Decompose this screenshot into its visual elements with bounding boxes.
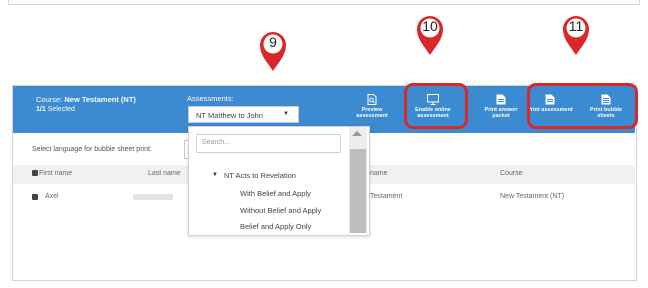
scroll-up-arrow-icon[interactable] — [352, 131, 362, 136]
assessments-selected-value: NT Matthew to John — [196, 111, 263, 120]
assessments-label: Assessments: — [187, 94, 234, 103]
dropdown-item-without-belief-and-apply[interactable]: Without Belief and Apply — [240, 206, 321, 215]
preview-icon — [367, 94, 377, 105]
callout-9-number: 9 — [269, 34, 277, 50]
course-name: New Testament (NT) — [64, 95, 136, 104]
callout-9-marker: 9 — [256, 28, 290, 72]
dropdown-item-belief-and-apply-only[interactable]: Belief and Apply Only — [240, 222, 311, 231]
row-checkbox[interactable] — [32, 194, 38, 200]
caret-down-icon: ▼ — [283, 111, 289, 117]
callout-10-marker: 10 — [413, 12, 447, 56]
print-answer-packet-label: Print answer packet — [484, 107, 518, 119]
selection-count: 1/1 Selected — [36, 106, 75, 113]
language-select-label: Select language for bubble sheet print: — [32, 146, 152, 153]
callout-10-number: 10 — [422, 18, 438, 34]
dropdown-item-with-belief-and-apply[interactable]: With Belief and Apply — [240, 189, 311, 198]
row-assessment-name: Testament — [370, 193, 403, 200]
preview-assessment-label: Preview assessment — [356, 107, 388, 119]
callout-11-highlight — [527, 83, 638, 129]
dropdown-search-input[interactable]: Search... — [196, 134, 341, 153]
selected-count: 1/1 — [36, 106, 46, 113]
row-last-name-obscured — [133, 194, 173, 200]
previous-panel-edge — [8, 0, 640, 5]
course-title: Course: New Testament (NT) — [36, 95, 136, 104]
expand-triangle-icon[interactable]: ▼ — [212, 172, 218, 178]
preview-assessment-button[interactable]: Preview assessment — [349, 94, 395, 119]
assessments-dropdown[interactable]: NT Matthew to John ▼ — [188, 106, 299, 123]
column-header-assessment-name[interactable]: name — [370, 170, 388, 177]
callout-11-number: 11 — [568, 18, 584, 34]
callout-11-marker: 11 — [559, 12, 593, 56]
column-header-course[interactable]: Course — [500, 170, 523, 177]
select-all-checkbox[interactable] — [32, 170, 38, 176]
print-answer-packet-button[interactable]: Print answer packet — [478, 94, 524, 119]
column-header-first-name[interactable]: First name — [39, 170, 72, 177]
dropdown-group-nt-acts-to-revelation[interactable]: NT Acts to Revelation — [224, 171, 296, 180]
document-icon — [496, 94, 506, 105]
row-course: New Testament (NT) — [500, 193, 565, 200]
column-header-last-name[interactable]: Last name — [148, 170, 181, 177]
course-label: Course: — [36, 95, 63, 104]
row-first-name: Axel — [45, 193, 59, 200]
selected-label: Selected — [47, 106, 75, 113]
callout-10-highlight — [404, 83, 468, 129]
dropdown-scrollbar-thumb[interactable] — [350, 149, 366, 233]
